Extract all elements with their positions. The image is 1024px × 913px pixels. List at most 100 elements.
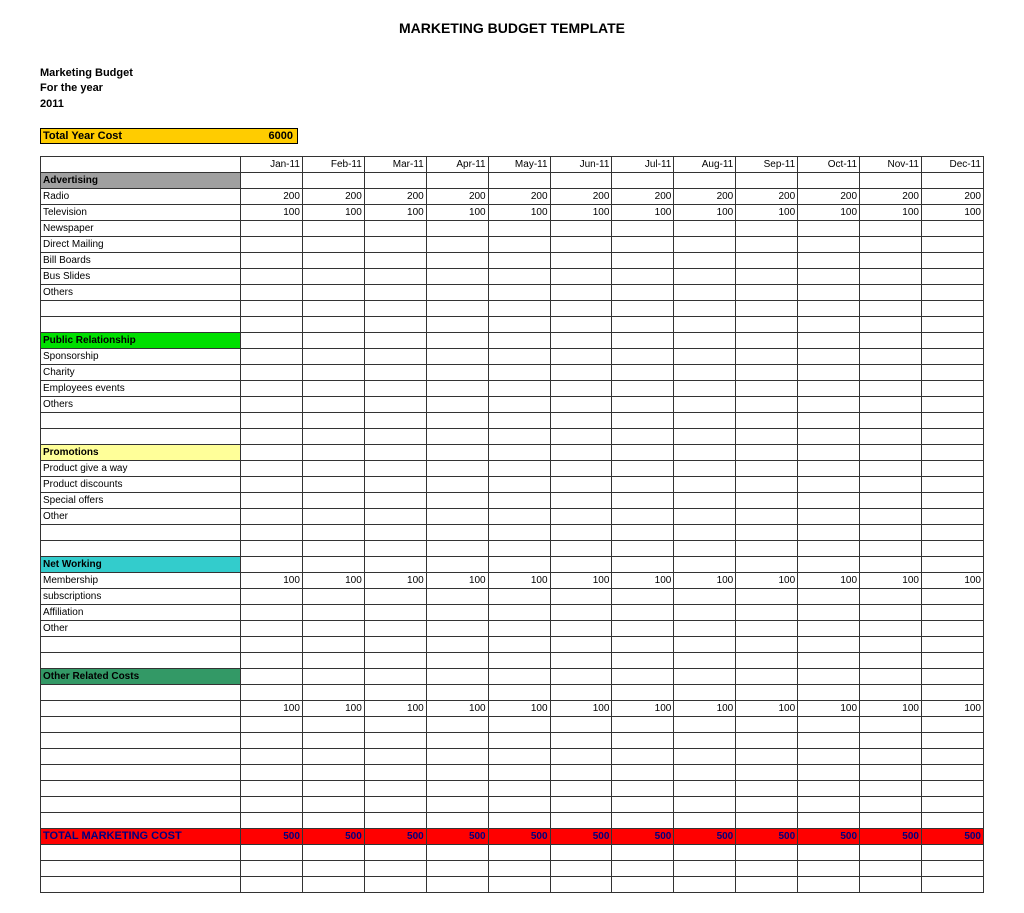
cell[interactable] xyxy=(302,717,364,733)
cell[interactable]: 100 xyxy=(736,701,798,717)
cell[interactable] xyxy=(488,349,550,365)
cell[interactable] xyxy=(798,253,860,269)
cell[interactable] xyxy=(302,733,364,749)
cell[interactable]: 100 xyxy=(241,205,303,221)
cell[interactable] xyxy=(736,237,798,253)
cell[interactable] xyxy=(612,509,674,525)
cell[interactable] xyxy=(241,237,303,253)
cell[interactable] xyxy=(241,605,303,621)
cell[interactable] xyxy=(488,253,550,269)
cell[interactable] xyxy=(302,589,364,605)
cell[interactable] xyxy=(488,733,550,749)
cell[interactable] xyxy=(736,621,798,637)
cell[interactable] xyxy=(488,237,550,253)
cell[interactable] xyxy=(241,477,303,493)
cell[interactable] xyxy=(302,781,364,797)
cell[interactable] xyxy=(921,461,983,477)
cell[interactable] xyxy=(302,749,364,765)
cell[interactable] xyxy=(241,461,303,477)
cell[interactable] xyxy=(241,493,303,509)
cell[interactable] xyxy=(426,285,488,301)
cell[interactable] xyxy=(612,253,674,269)
cell[interactable] xyxy=(860,285,922,301)
cell[interactable]: 100 xyxy=(798,701,860,717)
cell[interactable] xyxy=(426,381,488,397)
cell[interactable] xyxy=(302,461,364,477)
cell[interactable] xyxy=(488,477,550,493)
cell[interactable] xyxy=(364,365,426,381)
cell[interactable] xyxy=(302,493,364,509)
cell[interactable] xyxy=(488,397,550,413)
cell[interactable] xyxy=(798,605,860,621)
cell[interactable] xyxy=(860,605,922,621)
cell[interactable]: 100 xyxy=(550,573,612,589)
cell[interactable] xyxy=(426,605,488,621)
cell[interactable]: 100 xyxy=(921,701,983,717)
cell[interactable] xyxy=(426,589,488,605)
cell[interactable] xyxy=(488,797,550,813)
cell[interactable] xyxy=(364,621,426,637)
cell[interactable]: 100 xyxy=(798,205,860,221)
cell[interactable] xyxy=(798,365,860,381)
cell[interactable] xyxy=(488,765,550,781)
cell[interactable] xyxy=(921,685,983,701)
cell[interactable] xyxy=(860,749,922,765)
cell[interactable] xyxy=(674,733,736,749)
cell[interactable]: 100 xyxy=(302,573,364,589)
cell[interactable] xyxy=(550,589,612,605)
cell[interactable] xyxy=(550,765,612,781)
cell[interactable] xyxy=(241,397,303,413)
cell[interactable] xyxy=(364,477,426,493)
cell[interactable] xyxy=(612,349,674,365)
cell[interactable] xyxy=(612,589,674,605)
cell[interactable] xyxy=(550,685,612,701)
cell[interactable] xyxy=(364,509,426,525)
cell[interactable] xyxy=(798,621,860,637)
cell[interactable] xyxy=(364,797,426,813)
cell[interactable] xyxy=(674,285,736,301)
cell[interactable] xyxy=(241,717,303,733)
cell[interactable] xyxy=(364,781,426,797)
cell[interactable] xyxy=(860,493,922,509)
cell[interactable]: 100 xyxy=(241,701,303,717)
cell[interactable] xyxy=(736,733,798,749)
cell[interactable] xyxy=(241,253,303,269)
cell[interactable] xyxy=(674,605,736,621)
cell[interactable] xyxy=(488,269,550,285)
cell[interactable] xyxy=(364,605,426,621)
cell[interactable] xyxy=(612,781,674,797)
cell[interactable] xyxy=(860,365,922,381)
cell[interactable] xyxy=(302,397,364,413)
cell[interactable] xyxy=(612,285,674,301)
cell[interactable] xyxy=(798,349,860,365)
cell[interactable] xyxy=(364,461,426,477)
cell[interactable] xyxy=(736,269,798,285)
cell[interactable] xyxy=(860,349,922,365)
cell[interactable] xyxy=(612,797,674,813)
cell[interactable]: 100 xyxy=(426,205,488,221)
cell[interactable] xyxy=(426,397,488,413)
cell[interactable] xyxy=(302,349,364,365)
cell[interactable]: 100 xyxy=(364,573,426,589)
cell[interactable] xyxy=(921,477,983,493)
cell[interactable] xyxy=(798,477,860,493)
cell[interactable]: 200 xyxy=(612,189,674,205)
cell[interactable] xyxy=(550,493,612,509)
cell[interactable] xyxy=(426,221,488,237)
cell[interactable] xyxy=(674,685,736,701)
cell[interactable]: 100 xyxy=(736,205,798,221)
cell[interactable] xyxy=(674,493,736,509)
cell[interactable]: 200 xyxy=(364,189,426,205)
cell[interactable] xyxy=(798,397,860,413)
cell[interactable] xyxy=(921,621,983,637)
cell[interactable] xyxy=(674,781,736,797)
cell[interactable] xyxy=(612,221,674,237)
cell[interactable] xyxy=(426,717,488,733)
cell[interactable] xyxy=(921,237,983,253)
cell[interactable] xyxy=(364,381,426,397)
cell[interactable] xyxy=(921,589,983,605)
cell[interactable]: 200 xyxy=(550,189,612,205)
cell[interactable] xyxy=(550,621,612,637)
cell[interactable]: 100 xyxy=(860,701,922,717)
cell[interactable] xyxy=(302,285,364,301)
